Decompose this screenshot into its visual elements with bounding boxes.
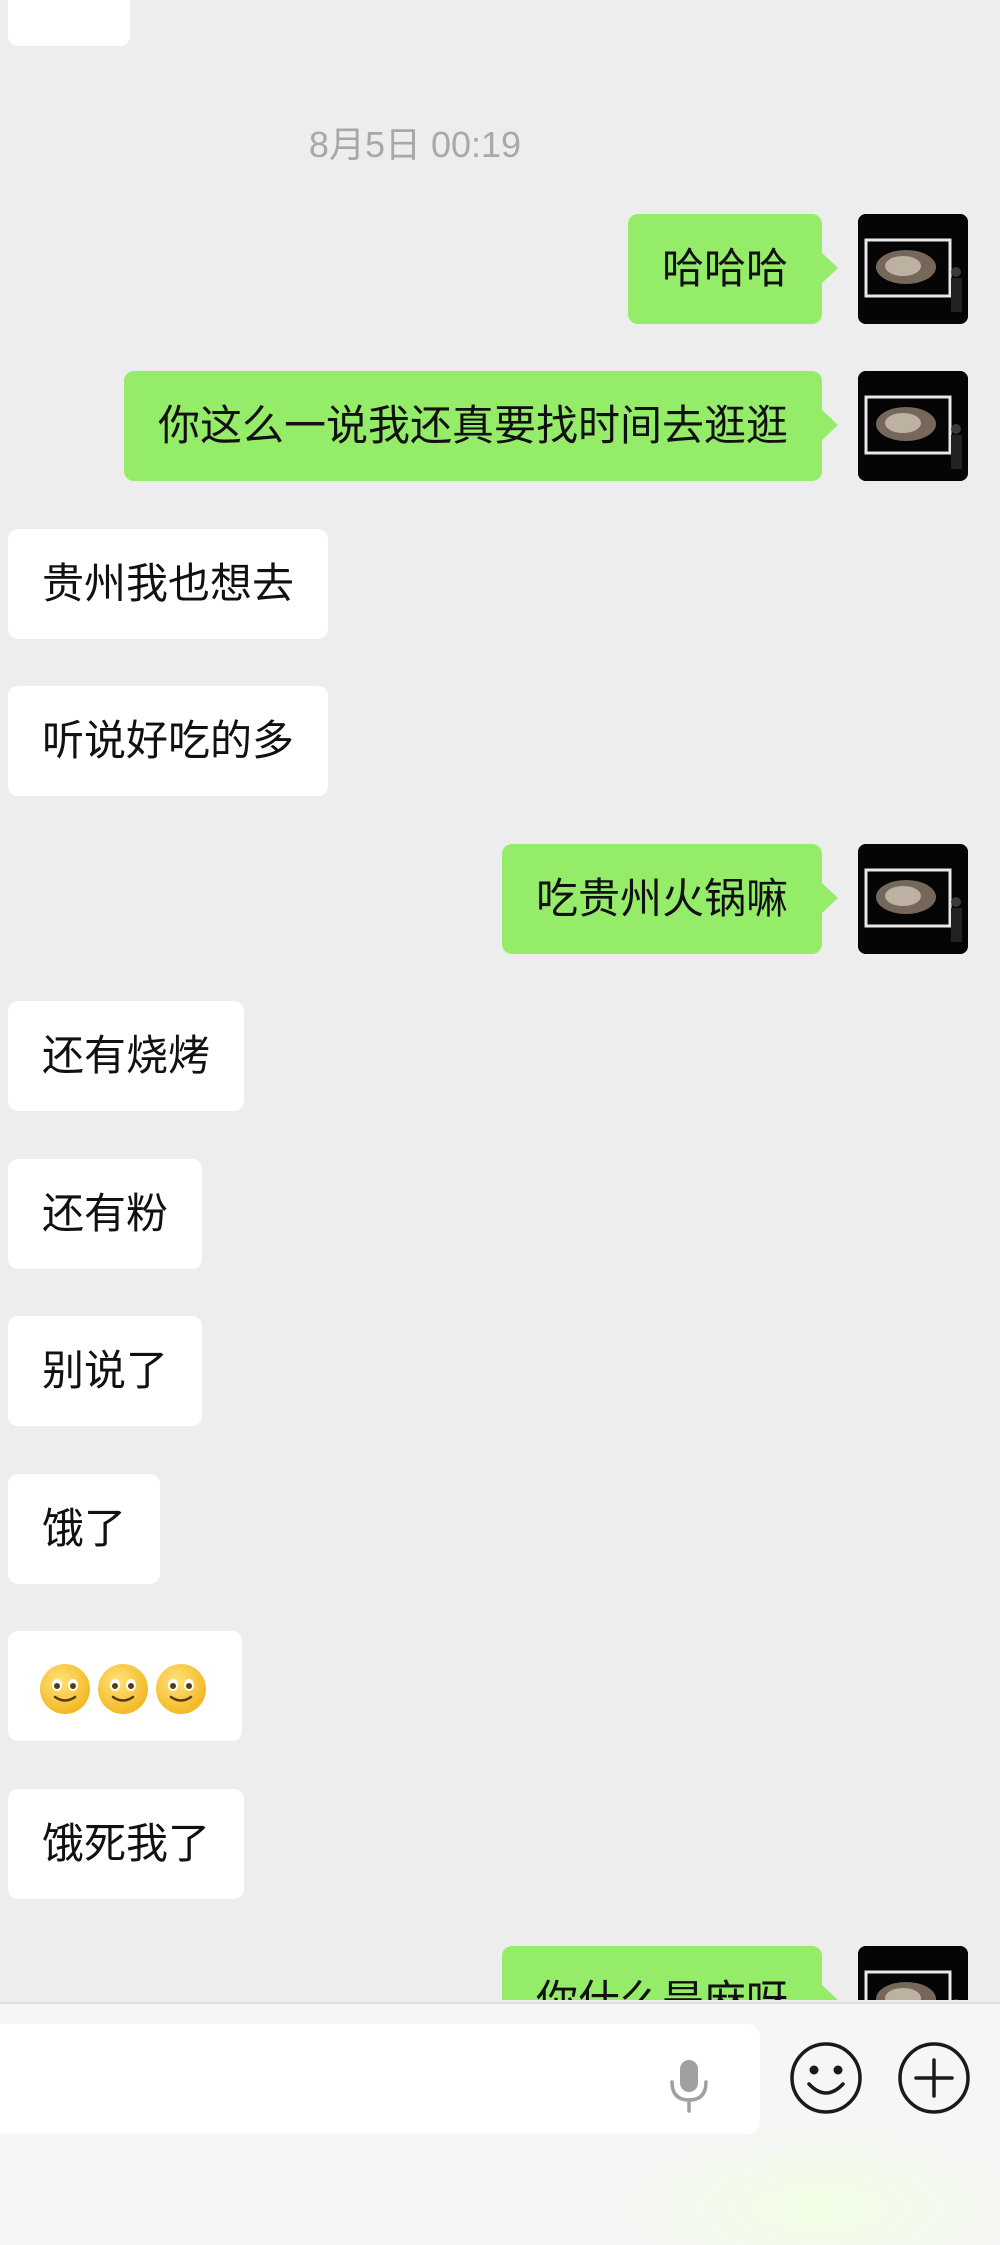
- message-bubble-incoming[interactable]: 贵州我也想去: [8, 529, 329, 639]
- timestamp: 8月5日 00:19: [308, 124, 522, 165]
- message-bubble-incoming[interactable]: 别说了: [8, 1316, 203, 1426]
- message-bubble-outgoing[interactable]: 哈哈哈: [627, 214, 839, 324]
- avatar[interactable]: [858, 844, 968, 954]
- smiley-face-icon: [156, 1663, 206, 1714]
- avatar[interactable]: [858, 214, 968, 324]
- message-bubble-incoming[interactable]: 还有粉: [8, 1159, 203, 1269]
- message-input-box[interactable]: [0, 2024, 760, 2134]
- message-bubble-incoming[interactable]: 还有烧烤: [8, 1001, 245, 1111]
- emoji-icon[interactable]: [788, 2040, 864, 2116]
- divider: [0, 2002, 1000, 2004]
- sticker-message[interactable]: [8, 0, 130, 46]
- message-bubble-outgoing[interactable]: 你什么是麻呀: [501, 1946, 839, 2000]
- avatar[interactable]: [858, 1946, 968, 2000]
- smiley-face-icon: [98, 1663, 148, 1714]
- smiley-face-icon: [40, 1663, 90, 1714]
- plus-icon[interactable]: [896, 2040, 972, 2116]
- message-bubble-incoming[interactable]: [8, 1631, 242, 1741]
- input-bar: [0, 2002, 1000, 2245]
- background-glow: [600, 2122, 1000, 2245]
- message-bubble-incoming[interactable]: 饿了: [8, 1474, 161, 1584]
- microphone-icon[interactable]: [666, 2056, 712, 2116]
- avatar[interactable]: [858, 371, 968, 481]
- message-bubble-incoming[interactable]: 听说好吃的多: [8, 686, 329, 796]
- message-input[interactable]: [18, 2049, 642, 2111]
- message-bubble-outgoing[interactable]: 你这么一说我还真要找时间去逛逛: [123, 371, 839, 481]
- message-bubble-outgoing[interactable]: 吃贵州火锅嘛: [501, 844, 839, 954]
- message-bubble-incoming[interactable]: 饿死我了: [8, 1789, 245, 1899]
- chat-area[interactable]: 8月5日 00:19 哈哈哈 你这么一说我还真要找时间去逛逛 贵州我也想去 听说…: [0, 0, 1000, 2000]
